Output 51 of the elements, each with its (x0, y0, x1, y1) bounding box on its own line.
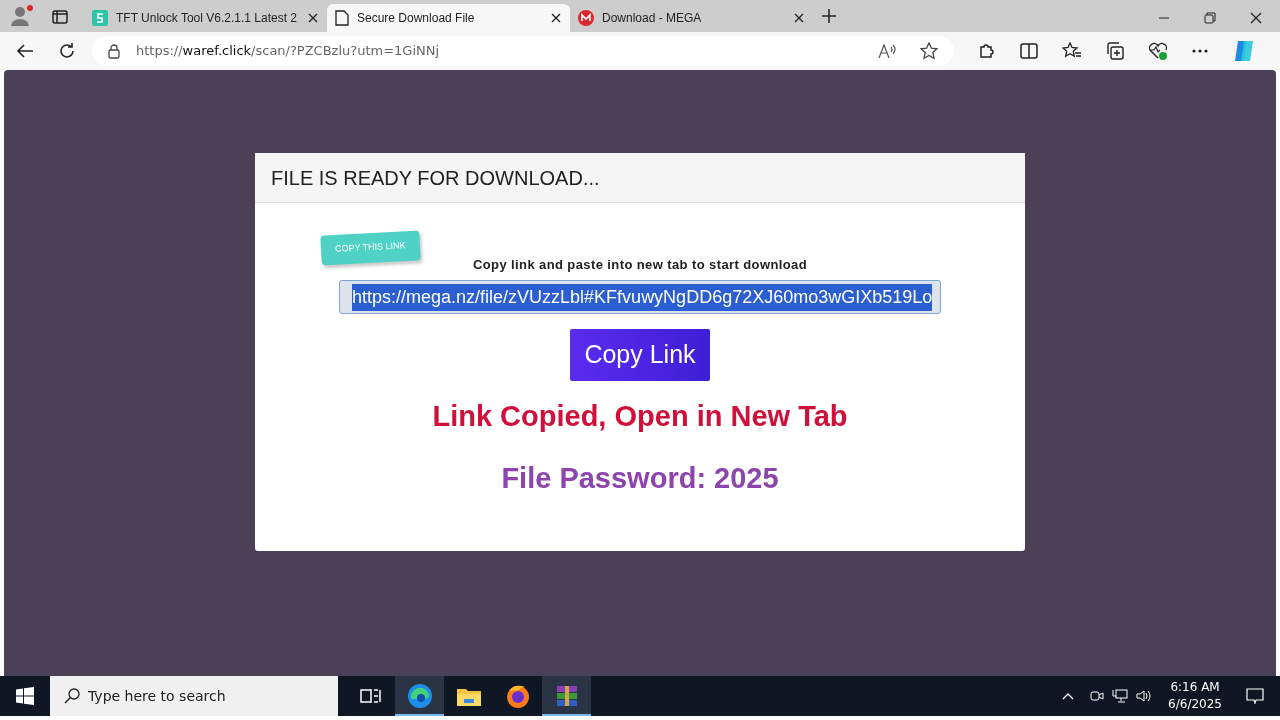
more-icon[interactable] (1192, 49, 1208, 53)
archive-icon (554, 684, 579, 708)
document-icon (335, 10, 349, 26)
clock-date[interactable]: 6/6/2025 (1168, 696, 1222, 713)
profile-icon[interactable] (8, 4, 36, 28)
lock-icon (108, 43, 120, 59)
volume-icon[interactable] (1136, 689, 1153, 703)
network-icon[interactable] (1112, 689, 1129, 703)
link-field[interactable]: https://mega.nz/file/zVUzzLbl#KFfvuwyNgDD6g72XJ60mo3wGIXb519Lo (339, 280, 941, 314)
url-text: https://waref.click/scan/?PZCBzlu?utm=1GiNNj (136, 42, 440, 61)
firefox-icon (504, 683, 531, 709)
health-icon[interactable] (1148, 42, 1168, 60)
browser-tab[interactable]: TFT Unlock Tool V6.2.1.1 Latest 2 (84, 4, 327, 32)
instruction-text: Copy link and paste into new tab to start download (472, 255, 808, 274)
chevron-up-icon[interactable] (1062, 692, 1075, 700)
close-icon[interactable] (793, 12, 805, 24)
copy-link-sticker: COPY THIS LINK (320, 230, 421, 266)
camera-icon[interactable] (1090, 689, 1105, 703)
restore-icon[interactable] (1204, 12, 1216, 24)
notification-icon[interactable] (1246, 688, 1264, 704)
taskbar-search-field[interactable]: Type here to search (50, 676, 338, 716)
puzzle-icon[interactable] (978, 42, 996, 60)
app-logo-icon (92, 10, 108, 26)
copilot-icon[interactable] (1232, 39, 1256, 63)
favorites-icon[interactable] (1062, 42, 1082, 60)
collections-icon[interactable] (1106, 42, 1124, 60)
taskbar-app-button[interactable] (542, 676, 591, 716)
browser-icon (406, 683, 433, 709)
address-bar[interactable]: https://waref.click/scan/?PZCBzlu?utm=1GiNNj (92, 36, 954, 66)
split-screen-icon[interactable] (1020, 43, 1038, 59)
card-title: FILE IS READY FOR DOWNLOAD... (271, 165, 600, 191)
close-icon[interactable] (307, 12, 319, 24)
copy-link-button[interactable]: Copy Link (570, 329, 710, 381)
mega-logo-icon (578, 10, 594, 26)
browser-tab[interactable]: Secure Download File (327, 4, 570, 32)
clock-time[interactable]: 6:16 AM (1168, 679, 1222, 696)
close-icon[interactable] (1250, 12, 1262, 24)
tab-actions-icon[interactable] (52, 10, 68, 24)
password-text: File Password: 2025 (501, 460, 779, 496)
copied-message: Link Copied, Open in New Tab (432, 399, 848, 434)
windows-start-icon[interactable] (16, 687, 34, 705)
task-view-icon (359, 687, 382, 705)
star-icon[interactable] (920, 42, 938, 60)
new-tab-icon[interactable] (821, 8, 837, 24)
taskbar-app-button[interactable] (395, 676, 444, 716)
close-icon[interactable] (550, 12, 562, 24)
browser-tab[interactable]: Download - MEGA (570, 4, 813, 32)
back-icon[interactable] (16, 43, 34, 59)
read-aloud-icon[interactable] (878, 43, 896, 59)
search-icon (64, 688, 80, 704)
refresh-icon[interactable] (58, 42, 76, 60)
